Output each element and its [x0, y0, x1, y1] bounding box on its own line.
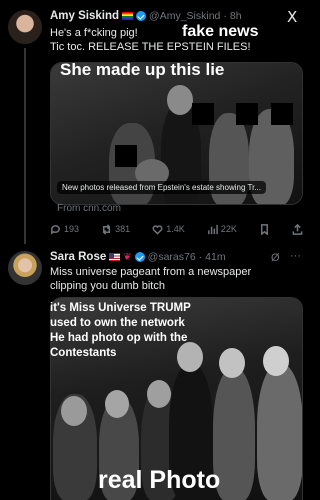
face — [61, 396, 87, 426]
like-button[interactable]: 1.4K — [152, 224, 185, 235]
link-source[interactable]: From cnn.com — [57, 203, 121, 214]
post-text-line-2: Tic toc. RELEASE THE EPSTEIN FILES! — [50, 41, 251, 53]
overlay-line-3: He had photo op with the — [50, 332, 188, 344]
redaction-box — [236, 103, 258, 125]
post-time[interactable]: 41m — [205, 251, 225, 263]
separator-dot: · — [198, 251, 203, 263]
share-icon — [292, 223, 303, 235]
more-icon[interactable]: ··· — [290, 250, 301, 262]
overlay-made-up-lie: She made up this lie — [60, 60, 225, 79]
author-row: Amy Siskind @Amy_Siskind · 8h — [50, 10, 242, 22]
post-time[interactable]: 8h — [230, 10, 242, 22]
figure — [257, 364, 302, 500]
link-caption: New photos released from Epstein's estat… — [57, 181, 266, 194]
post-text-line-1: Miss universe pageant from a newspaper — [50, 266, 252, 278]
separator-dot: · — [223, 10, 227, 22]
face — [263, 346, 289, 376]
post-text-line-1: He's a f*cking pig! — [50, 27, 138, 39]
link-card[interactable]: New photos released from Epstein's estat… — [50, 62, 303, 205]
views-icon — [207, 224, 218, 234]
avatar[interactable] — [8, 251, 42, 285]
repost-button[interactable]: 381 — [101, 223, 131, 235]
reply-button[interactable]: 193 — [50, 224, 79, 235]
author-handle[interactable]: @saras76 — [148, 251, 196, 263]
post-sara-rose[interactable]: Sara Rose ❦ @saras76 · 41m Ø ··· Miss un… — [0, 244, 309, 500]
bookmark-button[interactable] — [259, 223, 270, 235]
overlay-line-1: it's Miss Universe TRUMP — [50, 302, 191, 314]
overlay-line-4: Contestants — [50, 347, 117, 359]
views-count: 22K — [220, 224, 237, 234]
bookmark-icon — [260, 223, 268, 235]
reply-count: 193 — [64, 224, 80, 234]
overlay-line-2: used to own the network — [50, 317, 185, 329]
author-name[interactable]: Amy Siskind — [50, 10, 119, 22]
rose-icon: ❦ — [123, 251, 132, 263]
action-bar: 193 381 1.4K 22K — [50, 222, 303, 236]
avatar[interactable] — [8, 10, 42, 44]
heart-icon — [152, 224, 163, 235]
post-text-line-2: clipping you dumb bitch — [50, 280, 165, 292]
author-handle[interactable]: @Amy_Siskind — [149, 10, 220, 22]
repost-icon — [102, 223, 111, 235]
reply-icon — [51, 224, 60, 235]
us-flag-icon — [109, 253, 121, 261]
repost-count: 381 — [115, 224, 131, 234]
rainbow-flag-icon — [122, 12, 134, 20]
face — [219, 348, 245, 378]
views-button[interactable]: 22K — [207, 224, 237, 235]
verified-badge-icon — [136, 11, 147, 21]
face — [167, 85, 193, 115]
author-row: Sara Rose ❦ @saras76 · 41m — [50, 251, 226, 263]
overlay-real-photo: real Photo — [98, 466, 221, 494]
redaction-box — [271, 103, 293, 125]
author-name[interactable]: Sara Rose — [50, 251, 106, 263]
overlay-fake-news: fake news — [182, 23, 259, 40]
redaction-box — [192, 103, 214, 125]
share-button[interactable] — [292, 223, 303, 235]
post-amy-siskind[interactable]: Amy Siskind @Amy_Siskind · 8h X He's a f… — [0, 0, 309, 244]
grok-icon[interactable]: Ø — [271, 252, 280, 264]
like-count: 1.4K — [166, 224, 185, 234]
verified-badge-icon — [134, 252, 145, 262]
redaction-box — [115, 145, 137, 167]
face — [105, 390, 129, 418]
x-logo-icon[interactable]: X — [287, 8, 297, 26]
face — [147, 380, 171, 408]
face — [177, 342, 203, 372]
